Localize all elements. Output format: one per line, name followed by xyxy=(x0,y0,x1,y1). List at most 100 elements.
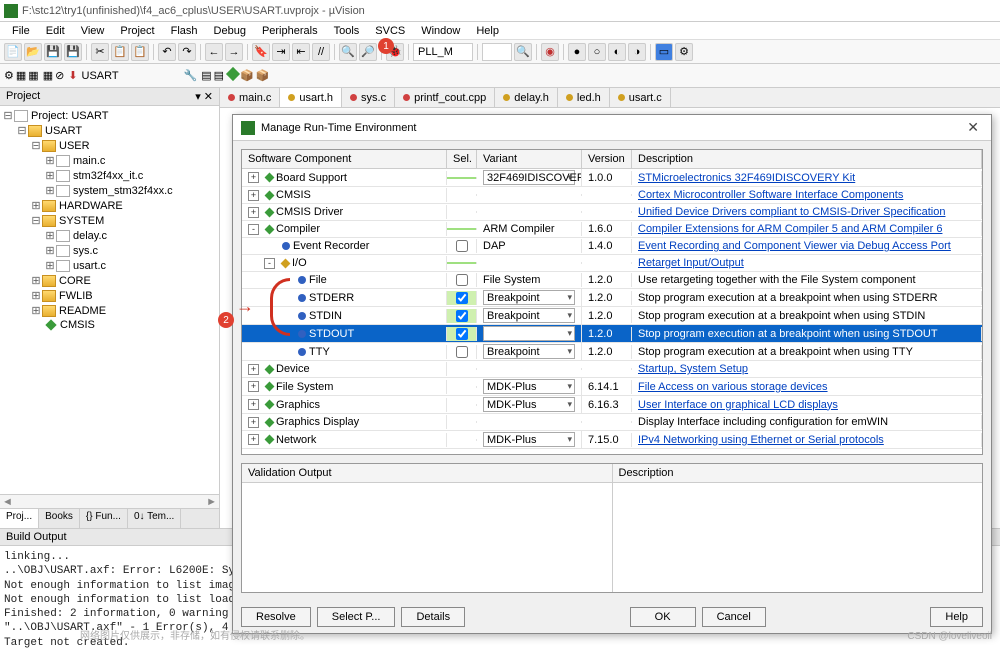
col-component[interactable]: Software Component xyxy=(242,150,447,168)
variant-combo[interactable]: Breakpoint xyxy=(483,290,575,305)
details-button[interactable]: Details xyxy=(401,607,465,627)
variant-combo[interactable]: MDK-Plus xyxy=(483,379,575,394)
tree-node[interactable]: ⊟USER xyxy=(2,138,217,153)
find-icon[interactable]: 🔍 xyxy=(339,43,357,61)
manage2-icon[interactable]: ▤ xyxy=(214,69,224,82)
menu-view[interactable]: View xyxy=(73,25,113,37)
grid-row[interactable]: +Board Support32F469IDISCOVERY1.0.0STMic… xyxy=(242,169,982,187)
grid-row[interactable]: +CMSIS DriverUnified Device Drivers comp… xyxy=(242,204,982,221)
help-button[interactable]: Help xyxy=(930,607,983,627)
description-text[interactable]: IPv4 Networking using Ethernet or Serial… xyxy=(638,434,884,446)
tree-node[interactable]: ⊟USART xyxy=(2,123,217,138)
file-tab[interactable]: usart.c xyxy=(610,88,671,107)
batch-icon[interactable]: ▦ xyxy=(43,69,53,82)
col-version[interactable]: Version xyxy=(582,150,632,168)
menu-tools[interactable]: Tools xyxy=(326,25,368,37)
debug-start-icon[interactable]: ◉ xyxy=(541,43,559,61)
file-tab[interactable]: led.h xyxy=(558,88,610,107)
select-checkbox[interactable] xyxy=(456,310,468,322)
grid-row[interactable]: +GraphicsMDK-Plus6.16.3User Interface on… xyxy=(242,396,982,414)
expand-icon[interactable]: + xyxy=(248,172,259,183)
grid-row[interactable]: STDINBreakpoint1.2.0Stop program executi… xyxy=(242,307,982,325)
expand-icon[interactable]: + xyxy=(248,190,259,201)
stop-icon[interactable]: ⊘ xyxy=(55,69,64,82)
description-text[interactable]: Cortex Microcontroller Software Interfac… xyxy=(638,189,903,201)
grid-row[interactable]: Event RecorderDAP1.4.0Event Recording an… xyxy=(242,238,982,255)
bookmark-icon[interactable]: 🔖 xyxy=(252,43,270,61)
variant-combo[interactable]: Breakpoint xyxy=(483,326,575,341)
menu-edit[interactable]: Edit xyxy=(38,25,73,37)
file-tab[interactable]: usart.h xyxy=(280,88,342,107)
sidebar-tab[interactable]: {} Fun... xyxy=(80,509,128,528)
menu-project[interactable]: Project xyxy=(112,25,162,37)
grid-row[interactable]: TTYBreakpoint1.2.0Stop program execution… xyxy=(242,343,982,361)
manage-icon[interactable]: ▤ xyxy=(201,69,211,82)
menu-help[interactable]: Help xyxy=(468,25,507,37)
rebuild-icon[interactable]: ▦ xyxy=(28,69,38,82)
saveall-icon[interactable]: 💾 xyxy=(64,43,82,61)
tree-node[interactable]: ⊞stm32f4xx_it.c xyxy=(2,168,217,183)
select-checkbox[interactable] xyxy=(456,328,468,340)
expand-icon[interactable]: + xyxy=(248,434,259,445)
tree-node[interactable]: ⊞sys.c xyxy=(2,243,217,258)
grid-row[interactable]: STDOUTBreakpoint1.2.0Stop program execut… xyxy=(242,325,982,343)
translate-icon[interactable]: ⚙ xyxy=(4,69,14,82)
description-text[interactable]: Unified Device Drivers compliant to CMSI… xyxy=(638,206,945,218)
select-checkbox[interactable] xyxy=(456,346,468,358)
breakpoint3-icon[interactable]: ◐ xyxy=(608,43,626,61)
description-text[interactable]: Retarget Input/Output xyxy=(638,257,744,269)
resolve-button[interactable]: Resolve xyxy=(241,607,311,627)
ok-button[interactable]: OK xyxy=(630,607,696,627)
target-options-icon[interactable]: 🔧 xyxy=(184,69,198,82)
tree-node[interactable]: ⊞CORE xyxy=(2,273,217,288)
menu-peripherals[interactable]: Peripherals xyxy=(254,25,326,37)
grid-row[interactable]: -I/ORetarget Input/Output xyxy=(242,255,982,272)
symbol-combo[interactable]: PLL_M xyxy=(413,43,473,61)
expand-icon[interactable]: + xyxy=(248,417,259,428)
window-icon[interactable]: ▭ xyxy=(655,43,673,61)
menu-window[interactable]: Window xyxy=(413,25,468,37)
description-text[interactable]: Startup, System Setup xyxy=(638,363,748,375)
tree-node[interactable]: CMSIS xyxy=(2,318,217,332)
project-tree[interactable]: ⊟Project: USART ⊟USART⊟USER⊞main.c⊞stm32… xyxy=(0,106,219,494)
sidebar-tab[interactable]: Proj... xyxy=(0,509,39,528)
component-grid[interactable]: Software Component Sel. Variant Version … xyxy=(241,149,983,455)
nav-fwd-icon[interactable]: → xyxy=(225,43,243,61)
new-icon[interactable]: 📄 xyxy=(4,43,22,61)
breakpoint4-icon[interactable]: ◑ xyxy=(628,43,646,61)
select-checkbox[interactable] xyxy=(456,240,468,252)
col-description[interactable]: Description xyxy=(632,150,982,168)
grid-row[interactable]: +DeviceStartup, System Setup xyxy=(242,361,982,378)
grid-row[interactable]: STDERRBreakpoint1.2.0Stop program execut… xyxy=(242,289,982,307)
file-tab[interactable]: delay.h xyxy=(495,88,558,107)
config-icon[interactable]: ⚙ xyxy=(675,43,693,61)
cut-icon[interactable]: ✂ xyxy=(91,43,109,61)
download-icon[interactable]: ⬇ xyxy=(68,69,77,82)
expand-icon[interactable]: - xyxy=(248,224,259,235)
target-combo[interactable]: USART xyxy=(82,70,182,82)
variant-combo[interactable]: MDK-Plus xyxy=(483,432,575,447)
grid-row[interactable]: +NetworkMDK-Plus7.15.0IPv4 Networking us… xyxy=(242,431,982,449)
nav-back-icon[interactable]: ← xyxy=(205,43,223,61)
description-text[interactable]: Event Recording and Component Viewer via… xyxy=(638,240,951,252)
tree-node[interactable]: ⊞main.c xyxy=(2,153,217,168)
grid-row[interactable]: +CMSISCortex Microcontroller Software In… xyxy=(242,187,982,204)
file-tab[interactable]: sys.c xyxy=(342,88,395,107)
menu-debug[interactable]: Debug xyxy=(206,25,254,37)
sidebar-tab[interactable]: 0↓ Tem... xyxy=(128,509,181,528)
description-text[interactable]: Compiler Extensions for ARM Compiler 5 a… xyxy=(638,223,942,235)
expand-icon[interactable]: + xyxy=(248,381,259,392)
paste-icon[interactable]: 📋 xyxy=(131,43,149,61)
file-tab[interactable]: printf_cout.cpp xyxy=(395,88,495,107)
variant-combo[interactable]: Breakpoint xyxy=(483,344,575,359)
expand-icon[interactable]: + xyxy=(248,207,259,218)
tree-node[interactable]: ⊞system_stm32f4xx.c xyxy=(2,183,217,198)
cancel-button[interactable]: Cancel xyxy=(702,607,766,627)
sidebar-tab[interactable]: Books xyxy=(39,509,80,528)
redo-icon[interactable]: ↷ xyxy=(178,43,196,61)
variant-combo[interactable]: MDK-Plus xyxy=(483,397,575,412)
menu-svcs[interactable]: SVCS xyxy=(367,25,413,37)
comment-icon[interactable]: // xyxy=(312,43,330,61)
col-sel[interactable]: Sel. xyxy=(447,150,477,168)
file-tab[interactable]: main.c xyxy=(220,88,280,107)
